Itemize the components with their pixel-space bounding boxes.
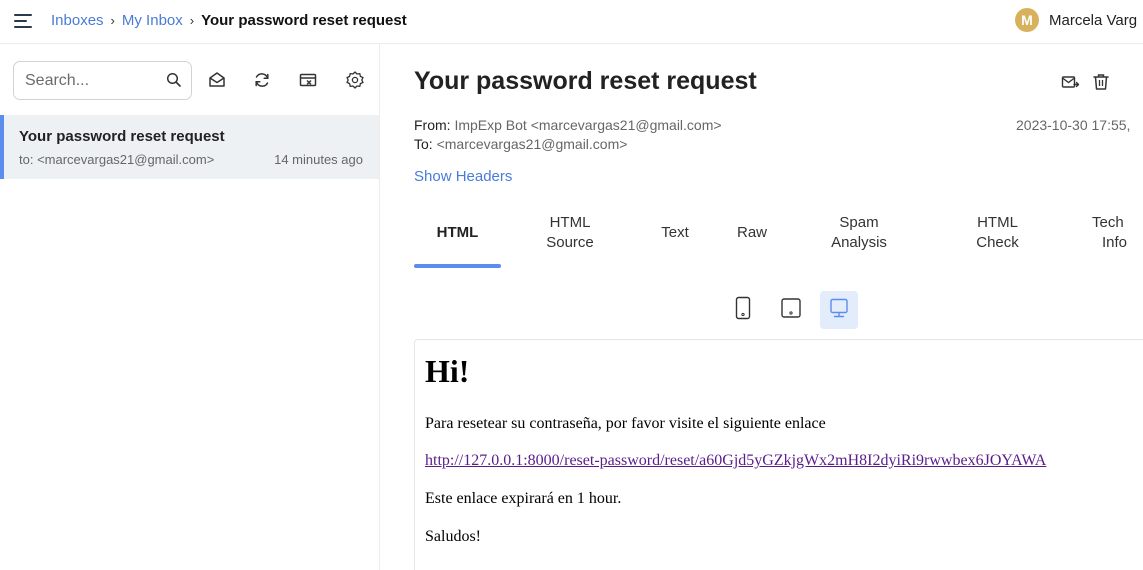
refresh-icon[interactable]	[252, 70, 272, 90]
tab-raw[interactable]: Raw	[727, 212, 777, 254]
search-input[interactable]	[25, 70, 155, 92]
message-view-panel: Your password reset request From: ImpExp…	[380, 44, 1143, 570]
to-value: <marcevargas21@gmail.com>	[436, 136, 628, 152]
message-time: 14 minutes ago	[274, 152, 363, 167]
from-line: From: ImpExp Bot <marcevargas21@gmail.co…	[414, 117, 722, 133]
desktop-view-button[interactable]	[820, 291, 858, 329]
tab-label: Tech	[1092, 214, 1124, 231]
tab-spam-analysis[interactable]: Spam Analysis	[814, 212, 904, 254]
to-label: To:	[414, 136, 433, 152]
tab-text[interactable]: Text	[650, 212, 700, 254]
tablet-view-icon	[780, 297, 802, 324]
tab-html[interactable]: HTML	[414, 212, 501, 254]
trash-icon[interactable]	[1091, 72, 1111, 92]
to-line: To: <marcevargas21@gmail.com>	[414, 136, 627, 152]
message-subject: Your password reset request	[19, 128, 225, 145]
show-headers-link[interactable]: Show Headers	[414, 168, 512, 185]
preview-text: Para resetear su contraseña, por favor v…	[425, 415, 826, 432]
top-bar: Inboxes › My Inbox › Your password reset req…	[0, 0, 1143, 44]
active-tab-indicator	[414, 264, 501, 268]
message-list-item[interactable]: Your password reset request to: <marceva…	[0, 115, 379, 179]
user-name: Marcela Varg	[1049, 11, 1138, 29]
breadcrumb-current: Your password reset request	[201, 12, 407, 29]
tab-html-source[interactable]: HTML Source	[530, 212, 610, 254]
reset-password-link[interactable]: http://127.0.0.1:8000/reset-password/res…	[425, 452, 1046, 469]
tab-label: Check	[976, 234, 1019, 251]
tab-label: HTML	[436, 224, 479, 241]
forward-icon[interactable]	[1060, 72, 1080, 92]
avatar: M	[1015, 8, 1039, 32]
from-label: From:	[414, 117, 451, 133]
breadcrumb-inboxes[interactable]: Inboxes	[51, 12, 104, 29]
desktop-view-icon	[828, 297, 850, 324]
mobile-view-icon	[734, 296, 752, 325]
tab-html-check[interactable]: HTML Check	[960, 212, 1035, 254]
tab-label: HTML	[977, 214, 1018, 231]
tablet-view-button[interactable]	[772, 291, 810, 329]
breadcrumb-separator: ›	[110, 13, 115, 28]
breadcrumb: Inboxes › My Inbox › Your password reset req…	[51, 12, 407, 29]
tab-label: Text	[661, 224, 689, 241]
message-recipient: to: <marcevargas21@gmail.com>	[19, 152, 215, 167]
user-menu[interactable]: M Marcela Varg	[1015, 8, 1137, 32]
message-list-panel: Your password reset request to: <marceva…	[0, 44, 380, 570]
preview-text: Saludos!	[425, 528, 481, 545]
tab-tech-info[interactable]: Tech Info	[1092, 212, 1142, 254]
tab-label: Spam	[839, 214, 879, 231]
tab-label: HTML	[549, 214, 591, 231]
search-box	[13, 61, 192, 100]
breadcrumb-separator: ›	[189, 13, 195, 28]
clear-inbox-icon[interactable]	[298, 70, 318, 90]
mark-read-icon[interactable]	[207, 70, 227, 90]
email-preview: Hi! Para resetear su contraseña, por fav…	[414, 339, 1143, 570]
menu-icon[interactable]	[14, 14, 32, 28]
tab-label: Analysis	[831, 234, 887, 251]
search-icon[interactable]	[166, 72, 182, 93]
email-title: Your password reset request	[414, 67, 757, 95]
tab-label: Source	[546, 234, 594, 251]
preview-heading: Hi!	[425, 353, 470, 389]
tab-label: Raw	[736, 224, 767, 241]
settings-icon[interactable]	[345, 70, 365, 90]
email-date: 2023-10-30 17:55,	[1016, 117, 1131, 133]
from-value: ImpExp Bot <marcevargas21@gmail.com>	[454, 117, 722, 133]
selected-indicator	[0, 115, 4, 179]
preview-link-line: http://127.0.0.1:8000/reset-password/res…	[425, 452, 1046, 470]
mobile-view-button[interactable]	[724, 291, 762, 329]
tab-label: Info	[1102, 234, 1128, 251]
breadcrumb-my-inbox[interactable]: My Inbox	[122, 12, 183, 29]
preview-text: Este enlace expirará en 1 hour.	[425, 490, 622, 507]
